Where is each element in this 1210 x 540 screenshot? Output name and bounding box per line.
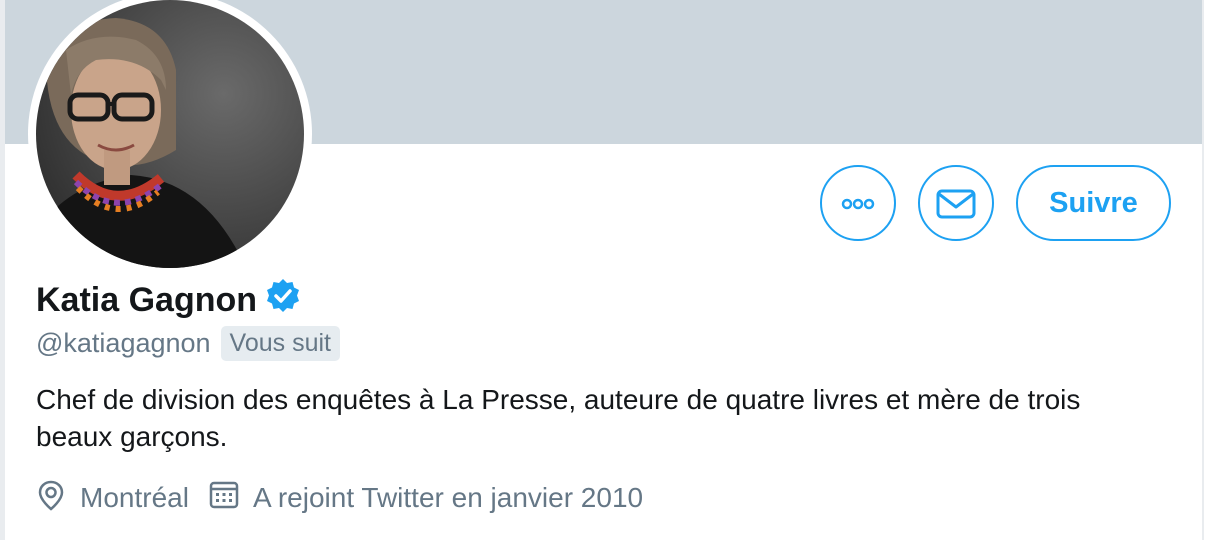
profile-avatar[interactable]	[28, 0, 312, 276]
verified-badge-icon	[265, 278, 301, 323]
right-border	[1202, 0, 1204, 540]
calendar-icon	[209, 480, 239, 517]
envelope-icon	[936, 189, 976, 219]
display-name-row: Katia Gagnon	[36, 278, 301, 323]
handle: @katiagagnon	[36, 327, 211, 358]
message-button[interactable]	[918, 165, 994, 241]
handle-row: @katiagagnon Vous suit	[36, 324, 340, 362]
more-icon	[841, 198, 875, 210]
join-date: A rejoint Twitter en janvier 2010	[252, 482, 644, 513]
more-button[interactable]	[820, 165, 896, 241]
profile-bio: Chef de division des enquêtes à La Press…	[36, 384, 1081, 452]
display-name: Katia Gagnon	[36, 280, 258, 319]
location: Montréal	[80, 482, 189, 513]
follow-button[interactable]: Suivre	[1016, 165, 1171, 241]
profile-meta: Montréal A rejoint Twitter en janvier 20…	[36, 479, 663, 517]
profile-card: Suivre Katia Gagnon @katiagagnon Vous su…	[0, 0, 1210, 540]
location-pin-icon	[36, 479, 66, 518]
follows-you-badge: Vous suit	[220, 325, 340, 361]
